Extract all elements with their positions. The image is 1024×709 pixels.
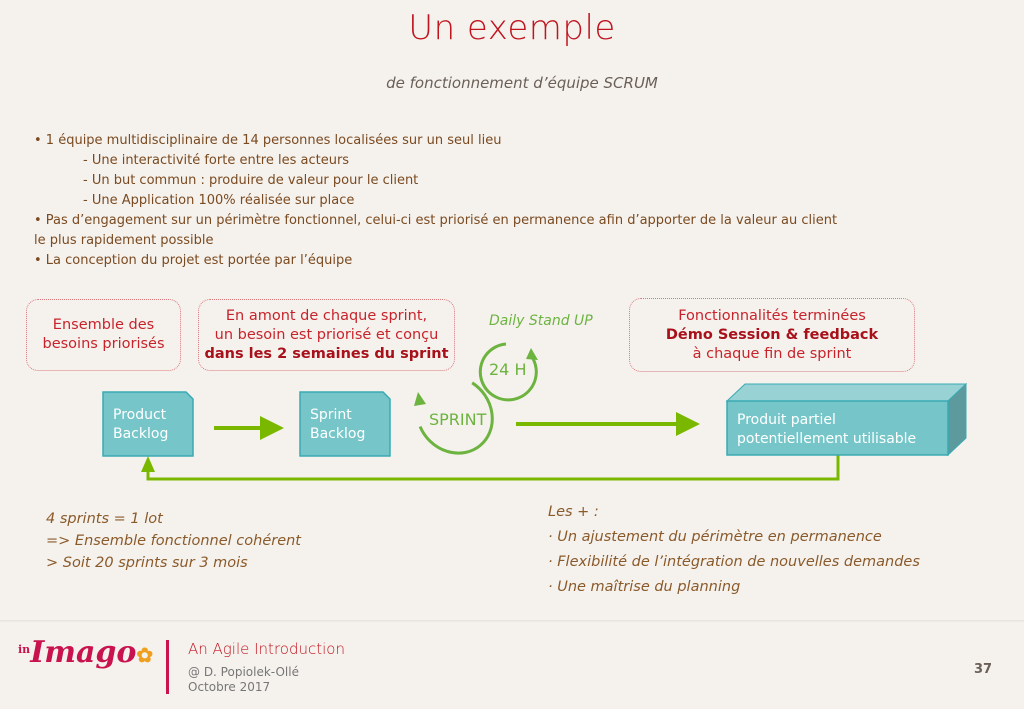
sprint-cycle-arrowhead [414, 392, 426, 406]
box-text: Backlog [310, 426, 366, 442]
box-text: Sprint [310, 407, 352, 423]
box-text: Product [113, 407, 167, 423]
box-text: Backlog [113, 426, 169, 442]
note-line: 4 sprints = 1 lot [46, 511, 163, 527]
feedback-loop-line [146, 455, 840, 481]
daily-standup-label: Daily Stand UP [489, 313, 593, 329]
footer-meta: @ D. Popiolek-Ollé Octobre 2017 [188, 665, 299, 695]
daily-cycle-label: 24 H [489, 360, 527, 379]
footer-divider [0, 620, 1024, 623]
inimago-logo: inImago✿ [18, 635, 153, 670]
logo-prefix: in [18, 643, 31, 656]
note-line: · Un ajustement du périmètre en permanen… [548, 529, 882, 545]
sprint-cycle-label: SPRINT [429, 410, 487, 429]
product-label: Produit partiel potentiellement utilisab… [737, 411, 916, 449]
product-backlog-label: Product Backlog [113, 406, 168, 444]
product-box-top [725, 383, 968, 402]
note-line: > Soit 20 sprints sur 3 mois [46, 555, 248, 571]
scrum-flow-diagram [102, 342, 968, 481]
box-text: potentiellement utilisable [737, 431, 917, 447]
notes-left: 4 sprints = 1 lot => Ensemble fonctionne… [46, 508, 301, 574]
daily-cycle-arrowhead [526, 348, 538, 360]
page-number: 37 [974, 662, 993, 677]
note-line: · Flexibilité de l’intégration de nouvel… [548, 554, 920, 570]
footer-author: @ D. Popiolek-Ollé [188, 665, 299, 679]
note-line: => Ensemble fonctionnel cohérent [46, 533, 301, 549]
logo-text: Imago [30, 635, 137, 670]
footer-date: Octobre 2017 [188, 680, 271, 694]
footer-separator [166, 640, 169, 694]
notes-heading: Les + : [548, 504, 599, 520]
sprint-backlog-label: Sprint Backlog [310, 406, 365, 444]
footer-title: An Agile Introduction [188, 640, 345, 658]
box-text: Produit partiel [737, 412, 836, 428]
feedback-arrowhead [141, 456, 155, 472]
notes-right: Les + : · Un ajustement du périmètre en … [548, 500, 920, 600]
butterfly-icon: ✿ [136, 643, 154, 667]
note-line: · Une maîtrise du planning [548, 579, 741, 595]
